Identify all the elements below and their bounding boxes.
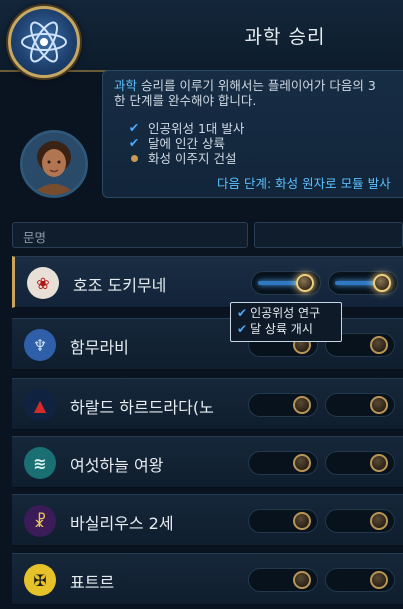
victory-type-highlight: 과학	[114, 78, 138, 93]
progress-slot-2[interactable]	[328, 271, 398, 295]
description-line-1: 승리를 이루기 위해서는 플레이어가 다음의 3	[137, 78, 376, 93]
civ-name: 표트르	[70, 573, 115, 592]
civ-name: 하랄드 하르드라다(노	[70, 398, 214, 417]
progress-slot-1[interactable]	[248, 393, 318, 417]
progress-slot-2[interactable]	[325, 451, 395, 475]
requirement-label: 화성 이주지 건설	[148, 151, 237, 166]
header-bar: 과학 승리	[0, 0, 403, 78]
portrait-image	[23, 133, 85, 195]
column-header-label: 문명	[23, 230, 47, 245]
victory-description: 과학 승리를 이루기 위해서는 플레이어가 다음의 3 한 단계를 완수해야 합…	[114, 78, 403, 108]
civ-row-hojo[interactable]: ❀ 호조 도키무네	[12, 256, 403, 308]
byzantium-icon: ☧	[24, 505, 56, 537]
page-title: 과학 승리	[244, 26, 326, 48]
civ-name: 바실리우스 2세	[70, 514, 174, 533]
civ-row-basil[interactable]: ☧ 바실리우스 2세	[12, 494, 403, 546]
civ-row-hammurabi[interactable]: ♆ 함무라비	[12, 318, 403, 370]
check-icon: ✔	[237, 306, 248, 320]
tooltip-item: ✔ 인공위성 연구	[237, 305, 335, 321]
atom-icon	[21, 21, 67, 63]
civ-name: 호조 도키무네	[73, 276, 167, 295]
civ-row-peter[interactable]: ✠ 표트르	[12, 553, 403, 605]
progress-slot-1[interactable]	[248, 568, 318, 592]
progress-slot-2[interactable]	[325, 509, 395, 533]
civ-column-header[interactable]: 문명	[12, 222, 248, 248]
civ-row-harald[interactable]: ▲ 하랄드 하르드라다(노	[12, 378, 403, 430]
tooltip-item: ✔ 달 상륙 개시	[237, 321, 335, 337]
progress-slot-1[interactable]	[251, 271, 321, 295]
maya-icon: ≋	[24, 447, 56, 479]
civ-row-six-sky[interactable]: ≋ 여섯하늘 여왕	[12, 436, 403, 488]
progress-slot-1[interactable]	[248, 509, 318, 533]
next-step-text: 다음 단계: 화성 원자로 모듈 발사	[217, 176, 391, 191]
babylon-icon: ♆	[24, 329, 56, 361]
tooltip-label: 인공위성 연구	[250, 306, 321, 320]
progress-column-header	[254, 222, 403, 248]
civ-name: 여섯하늘 여왕	[70, 456, 164, 475]
progress-tooltip: ✔ 인공위성 연구 ✔ 달 상륙 개시	[230, 302, 342, 342]
requirement-item: 화성 이주지 건설	[126, 148, 236, 167]
hojo-clan-icon: ❀	[27, 267, 59, 299]
progress-slot-2[interactable]	[325, 393, 395, 417]
civ-name: 함무라비	[70, 338, 129, 357]
progress-slot-1[interactable]	[248, 451, 318, 475]
norway-icon: ▲	[24, 389, 56, 421]
pending-dot-icon	[126, 150, 142, 165]
russia-icon: ✠	[24, 564, 56, 596]
tooltip-label: 달 상륙 개시	[250, 322, 313, 336]
progress-slot-2[interactable]	[325, 568, 395, 592]
check-icon: ✔	[237, 322, 248, 336]
description-line-2: 한 단계를 완수해야 합니다.	[114, 93, 257, 108]
leader-portrait	[20, 130, 88, 198]
science-victory-emblem	[8, 6, 80, 78]
